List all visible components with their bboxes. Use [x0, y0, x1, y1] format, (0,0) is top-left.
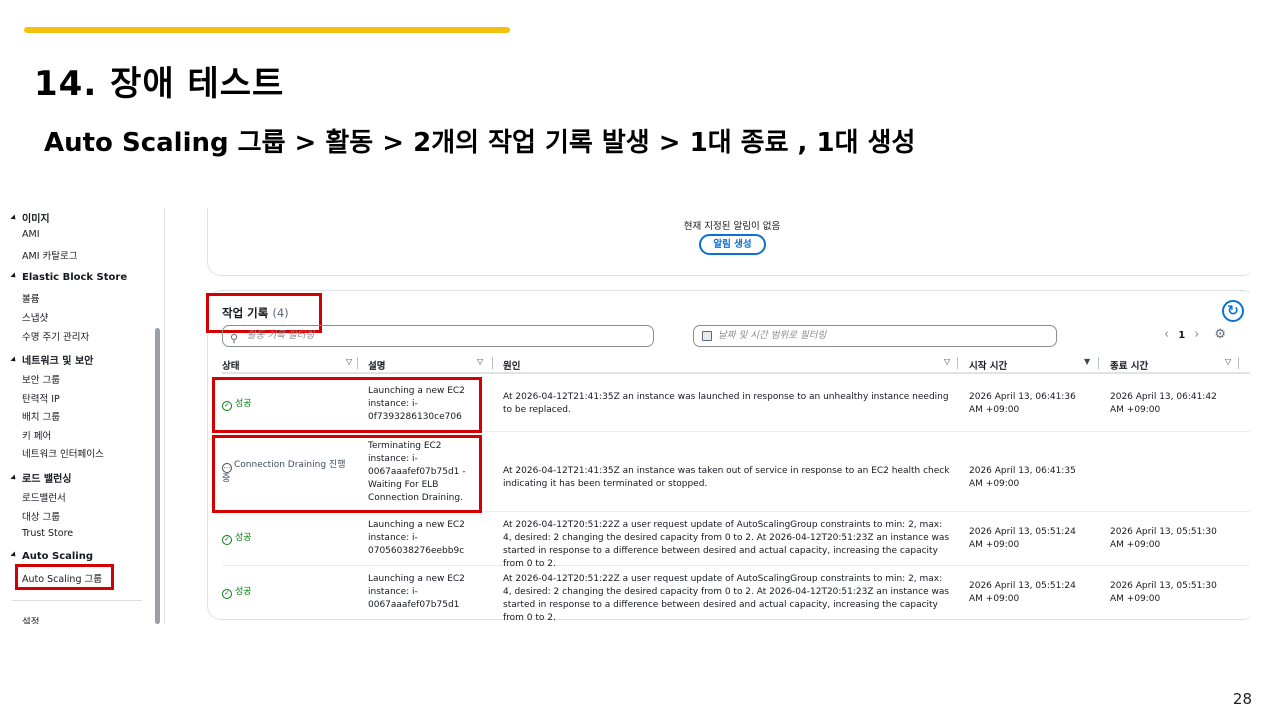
- expand-triangle-icon: [10, 551, 18, 559]
- end-time-cell: 2026 April 13, 05:51:30 AM +09:00: [1110, 527, 1217, 550]
- sidebar-item-target-groups[interactable]: 대상 그룹: [22, 509, 60, 523]
- table-header: 상태 ▽ 설명 ▽ 원인 ▽ 시작 시간 ▼ 종료 시간 ▽: [222, 354, 1250, 374]
- success-check-icon: ✓: [222, 589, 232, 599]
- date-range-filter[interactable]: 날짜 및 시간 범위로 필터링: [693, 325, 1057, 347]
- column-resizer[interactable]: [1238, 357, 1239, 369]
- notifications-empty-text: 현재 지정된 알림이 없음: [683, 221, 781, 232]
- next-page-icon[interactable]: ›: [1194, 327, 1199, 342]
- page-number-current[interactable]: 1: [1178, 330, 1185, 341]
- sidebar-item-snapshots[interactable]: 스냅샷: [22, 310, 48, 324]
- start-time-cell: 2026 April 13, 05:51:24 AM +09:00: [969, 527, 1076, 550]
- sort-caret-icon[interactable]: ▽: [346, 357, 352, 366]
- pagination: ‹ 1 › ⚙: [1164, 327, 1235, 342]
- success-check-icon: ✓: [222, 535, 232, 545]
- sidebar-item-load-balancers[interactable]: 로드밸런서: [22, 490, 66, 504]
- notifications-panel: 현재 지정된 알림이 없음 알림 생성: [207, 208, 1250, 276]
- page-number: 28: [1232, 690, 1252, 708]
- cause-cell: At 2026-04-12T21:41:35Z an instance was …: [503, 392, 949, 415]
- highlight-box-asg-nav: [15, 564, 114, 590]
- console-screenshot: 이미지 AMI AMI 카탈로그 Elastic Block Store 볼륨 …: [0, 208, 1250, 624]
- sidebar-item-elastic-ip[interactable]: 탄력적 IP: [22, 391, 60, 405]
- sidebar-nav: 이미지 AMI AMI 카탈로그 Elastic Block Store 볼륨 …: [0, 208, 165, 624]
- sort-caret-icon[interactable]: ▽: [1225, 357, 1231, 366]
- sort-caret-icon[interactable]: ▼: [1084, 357, 1090, 366]
- column-resizer[interactable]: [357, 357, 358, 369]
- table-row[interactable]: ✓ 성공 Launching a new EC2 instance: i-0067…: [222, 566, 1250, 623]
- sidebar-section-images[interactable]: 이미지: [10, 210, 50, 225]
- slide-subtitle: Auto Scaling 그룹 > 활동 > 2개의 작업 기록 발생 > 1대…: [44, 128, 916, 158]
- start-time-cell: 2026 April 13, 06:41:36 AM +09:00: [969, 392, 1076, 415]
- status-cell: ✓ 성공: [222, 532, 252, 545]
- cause-cell: At 2026-04-12T20:51:22Z a user request u…: [503, 520, 950, 569]
- main-content: 현재 지정된 알림이 없음 알림 생성 작업 기록 (4) ↻ ⚲ 활동 기록 필…: [165, 208, 1250, 624]
- description-cell: Launching a new EC2 instance: i-07056038…: [368, 520, 465, 556]
- sidebar-item-ami[interactable]: AMI: [22, 229, 40, 240]
- end-time-cell: 2026 April 13, 05:51:30 AM +09:00: [1110, 581, 1217, 604]
- slide-title: 14. 장애 테스트: [34, 64, 285, 104]
- status-cell: ✓ 성공: [222, 586, 252, 599]
- sidebar-item-placement-groups[interactable]: 배치 그룹: [22, 409, 60, 423]
- expand-triangle-icon: [10, 474, 18, 482]
- start-time-cell: 2026 April 13, 06:41:35 AM +09:00: [969, 466, 1076, 489]
- cause-cell: At 2026-04-12T21:41:35Z an instance was …: [503, 466, 950, 489]
- column-header-status[interactable]: 상태: [222, 358, 239, 372]
- sidebar-section-auto-scaling[interactable]: Auto Scaling: [10, 551, 93, 562]
- sidebar-item-lifecycle-manager[interactable]: 수명 주기 관리자: [22, 329, 89, 343]
- sidebar-item-volumes[interactable]: 볼륨: [22, 291, 39, 305]
- sidebar-item-security-groups[interactable]: 보안 그룹: [22, 372, 60, 386]
- sidebar-section-network-security[interactable]: 네트워크 및 보안: [10, 352, 93, 367]
- refresh-icon[interactable]: ↻: [1222, 300, 1244, 322]
- sort-caret-icon[interactable]: ▽: [944, 357, 950, 366]
- search-icon: ⚲: [230, 332, 239, 345]
- highlight-box-launch-row: [212, 377, 482, 433]
- sidebar-section-ebs[interactable]: Elastic Block Store: [10, 272, 127, 283]
- column-resizer[interactable]: [492, 357, 493, 369]
- expand-triangle-icon: [10, 356, 18, 364]
- description-cell: Launching a new EC2 instance: i-0067aaaf…: [368, 574, 465, 610]
- sort-caret-icon[interactable]: ▽: [477, 357, 483, 366]
- sidebar-item-settings[interactable]: 설정: [22, 614, 39, 624]
- column-header-start-time[interactable]: 시작 시간: [969, 358, 1007, 372]
- gear-icon[interactable]: ⚙: [1214, 327, 1226, 342]
- column-header-cause[interactable]: 원인: [503, 358, 520, 372]
- column-resizer[interactable]: [957, 357, 958, 369]
- highlight-box-terminate-row: [212, 435, 482, 513]
- activity-search-input[interactable]: ⚲ 활동 기록 필터링: [222, 325, 654, 347]
- column-header-end-time[interactable]: 종료 시간: [1110, 358, 1148, 372]
- cause-cell: At 2026-04-12T20:51:22Z a user request u…: [503, 574, 950, 623]
- title-accent-bar: [24, 27, 510, 33]
- sidebar-item-ami-catalog[interactable]: AMI 카탈로그: [22, 248, 77, 262]
- expand-triangle-icon: [10, 214, 18, 222]
- column-header-description[interactable]: 설명: [368, 358, 385, 372]
- sidebar-item-key-pairs[interactable]: 키 페어: [22, 428, 51, 442]
- prev-page-icon[interactable]: ‹: [1164, 327, 1169, 342]
- create-notification-button[interactable]: 알림 생성: [699, 234, 766, 255]
- sidebar-item-network-interfaces[interactable]: 네트워크 인터페이스: [22, 446, 104, 460]
- calendar-icon: [702, 331, 712, 341]
- sidebar-divider: [12, 600, 142, 601]
- expand-triangle-icon: [10, 272, 18, 280]
- column-resizer[interactable]: [1098, 357, 1099, 369]
- start-time-cell: 2026 April 13, 05:51:24 AM +09:00: [969, 581, 1076, 604]
- sidebar-item-trust-store[interactable]: Trust Store: [22, 528, 73, 539]
- sidebar-scrollbar[interactable]: [155, 328, 160, 624]
- sidebar-section-load-balancing[interactable]: 로드 밸런싱: [10, 470, 71, 485]
- table-row[interactable]: ✓ 성공 Launching a new EC2 instance: i-0705…: [222, 512, 1250, 569]
- end-time-cell: 2026 April 13, 06:41:42 AM +09:00: [1110, 392, 1217, 415]
- activity-history-panel: 작업 기록 (4) ↻ ⚲ 활동 기록 필터링 날짜 및 시간 범위로 필터링 ‹…: [206, 290, 1250, 623]
